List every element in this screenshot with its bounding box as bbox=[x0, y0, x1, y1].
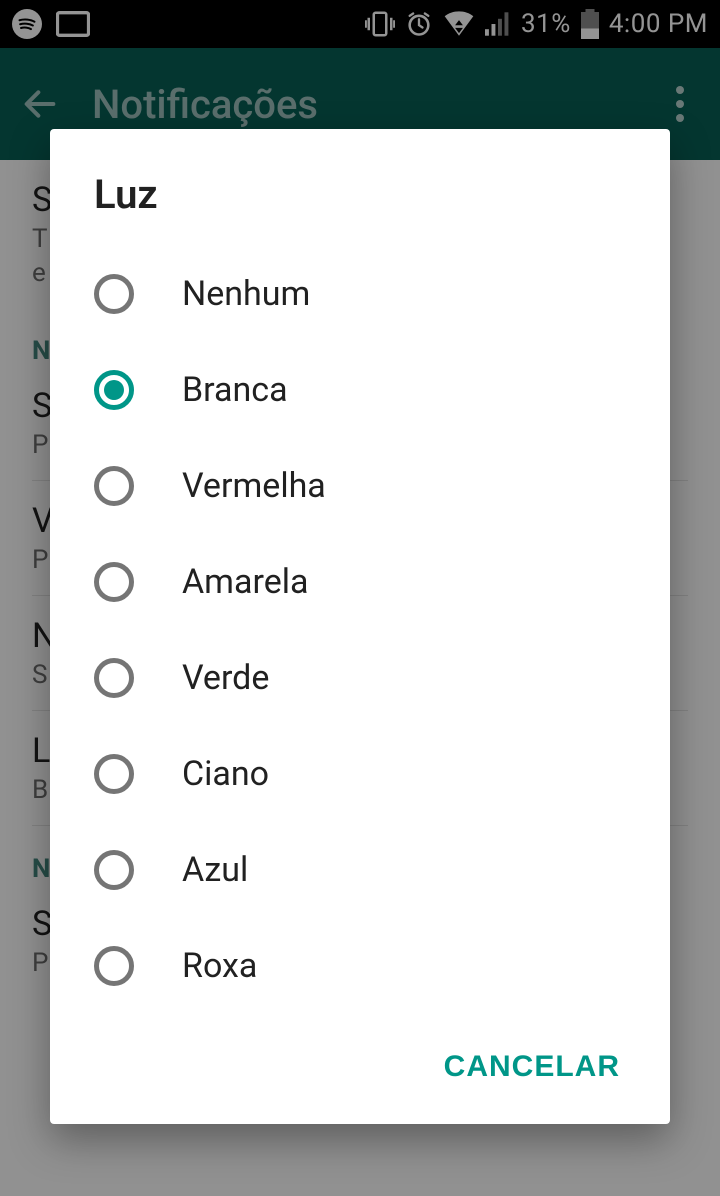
radio-option-label: Roxa bbox=[182, 946, 257, 986]
radio-unchecked-icon bbox=[94, 562, 134, 602]
radio-option[interactable]: Verde bbox=[50, 630, 670, 726]
radio-option[interactable]: Branca bbox=[50, 342, 670, 438]
radio-group: Nenhum Branca Vermelha Amarela Verde Ciano Azu… bbox=[50, 240, 670, 1022]
radio-option[interactable]: Azul bbox=[50, 822, 670, 918]
radio-unchecked-icon bbox=[94, 946, 134, 986]
radio-option[interactable]: Nenhum bbox=[50, 246, 670, 342]
radio-option-label: Azul bbox=[182, 850, 248, 890]
radio-unchecked-icon bbox=[94, 658, 134, 698]
radio-unchecked-icon bbox=[94, 850, 134, 890]
light-picker-dialog: Luz Nenhum Branca Vermelha Amarela Verde Cian… bbox=[50, 129, 670, 1124]
radio-unchecked-icon bbox=[94, 274, 134, 314]
radio-option-label: Verde bbox=[182, 658, 269, 698]
radio-unchecked-icon bbox=[94, 466, 134, 506]
radio-option-label: Branca bbox=[182, 370, 288, 410]
dialog-title: Luz bbox=[50, 161, 670, 240]
radio-option-label: Ciano bbox=[182, 754, 269, 794]
radio-option-label: Amarela bbox=[182, 562, 309, 602]
radio-option[interactable]: Amarela bbox=[50, 534, 670, 630]
radio-checked-icon bbox=[94, 370, 134, 410]
cancel-button[interactable]: CANCELAR bbox=[426, 1038, 638, 1096]
radio-option-label: Vermelha bbox=[182, 466, 326, 506]
radio-option[interactable]: Ciano bbox=[50, 726, 670, 822]
radio-option-label: Nenhum bbox=[182, 274, 310, 314]
radio-option[interactable]: Roxa bbox=[50, 918, 670, 1014]
radio-option[interactable]: Vermelha bbox=[50, 438, 670, 534]
radio-unchecked-icon bbox=[94, 754, 134, 794]
